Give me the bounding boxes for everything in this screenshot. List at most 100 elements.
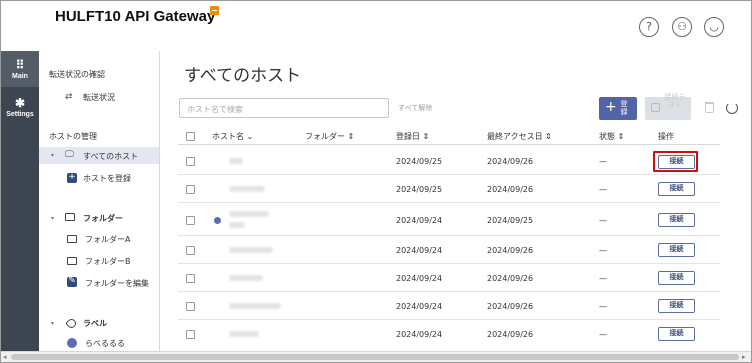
switch-app-icon[interactable]: [210, 6, 219, 15]
host-name-redacted: [229, 275, 263, 281]
test-icon: [651, 103, 660, 112]
column-last-access[interactable]: 最終アクセス日 ⇕: [487, 131, 552, 142]
connection-test-button[interactable]: 接続テスト: [645, 93, 691, 120]
caret-down-icon[interactable]: ▾: [51, 320, 54, 327]
select-all-checkbox[interactable]: [186, 132, 195, 141]
column-action: 操作: [658, 132, 674, 141]
sidebar-item-transfer-status[interactable]: 転送状況: [83, 92, 115, 103]
help-icon[interactable]: ?: [639, 17, 659, 37]
sidebar-section-status: 転送状況の確認: [49, 70, 105, 79]
host-name-redacted: [229, 186, 265, 192]
row-checkbox[interactable]: [186, 274, 195, 283]
gear-icon: ✱: [14, 96, 26, 110]
host-name-redacted: [229, 331, 259, 337]
transfer-icon: ⇄: [65, 92, 73, 102]
connect-button[interactable]: 接続: [658, 271, 695, 285]
column-host[interactable]: ホスト名 ⌄: [212, 131, 253, 142]
connect-button[interactable]: 接続: [658, 155, 695, 169]
connect-button[interactable]: 接続: [658, 182, 695, 196]
sidebar-item-register-host[interactable]: ホストを登録: [83, 173, 131, 184]
rail-settings-label: Settings: [6, 111, 34, 118]
row-checkbox[interactable]: [186, 302, 195, 311]
org-icon[interactable]: ⚇: [672, 17, 692, 37]
row-checkbox[interactable]: [186, 246, 195, 255]
add-icon: +: [67, 172, 77, 183]
nav-rail: ⠿ Main ✱ Settings: [1, 51, 39, 351]
folder-icon: [65, 213, 75, 221]
column-folder[interactable]: フォルダー ⇕: [305, 131, 354, 142]
table-row: 2024/09/24 2024/09/26 — 接続: [178, 236, 720, 264]
sidebar-item-all-hosts[interactable]: すべてのホスト: [83, 151, 138, 162]
app-window: HULFT10 API Gateway ? ⚇ ◡ ⠿ Main ✱ Setti…: [0, 0, 752, 363]
monitor-icon: 🖵: [65, 150, 74, 160]
row-checkbox[interactable]: [186, 185, 195, 194]
rail-main[interactable]: ⠿ Main: [1, 51, 39, 87]
sidebar: 転送状況の確認 ⇄ 転送状況 ホストの管理 ▾ 🖵 すべてのホスト + ホストを…: [39, 51, 160, 351]
status-value: —: [599, 302, 607, 311]
sidebar-item-folder-b[interactable]: フォルダーB: [85, 256, 131, 267]
registered-date: 2024/09/24: [396, 330, 443, 339]
status-value: —: [599, 216, 607, 225]
column-registered[interactable]: 登録日 ⇕: [396, 131, 429, 142]
label-icon: [65, 317, 78, 330]
scrollbar-thumb[interactable]: [11, 354, 739, 360]
last-access-date: 2024/09/26: [487, 274, 534, 283]
row-checkbox[interactable]: [186, 330, 195, 339]
search-input[interactable]: ホスト名で検索: [179, 98, 389, 118]
row-checkbox[interactable]: [186, 216, 195, 225]
caret-down-icon[interactable]: ▾: [51, 152, 54, 159]
sidebar-section-folder[interactable]: フォルダー: [83, 213, 123, 224]
host-name-redacted: [229, 303, 281, 309]
column-status[interactable]: 状態 ⇕: [599, 131, 624, 142]
connect-button[interactable]: 接続: [658, 213, 695, 227]
trash-icon[interactable]: [705, 102, 714, 113]
rail-settings[interactable]: ✱ Settings: [1, 91, 39, 121]
status-value: —: [599, 157, 607, 166]
table-row: 2024/09/24 2024/09/25 — 接続: [178, 203, 720, 236]
column-last-access-label: 最終アクセス日: [487, 132, 543, 141]
sidebar-item-folder-a[interactable]: フォルダーA: [85, 234, 130, 245]
last-access-date: 2024/09/25: [487, 216, 534, 225]
scroll-right-icon[interactable]: ▸: [742, 353, 746, 361]
table-row: 2024/09/24 2024/09/26 — 接続: [178, 320, 720, 348]
user-icon[interactable]: ◡: [704, 17, 724, 37]
horizontal-scrollbar[interactable]: ◂ ▸: [1, 351, 751, 362]
host-name-redacted: [229, 222, 245, 228]
scroll-left-icon[interactable]: ◂: [3, 353, 7, 361]
last-access-date: 2024/09/26: [487, 246, 534, 255]
host-name-redacted: [229, 211, 269, 217]
refresh-icon[interactable]: [726, 102, 738, 114]
status-value: —: [599, 246, 607, 255]
main-content: すべてのホスト ホスト名で検索 すべて解除 + 登録 接続テスト ホスト名 ⌄ …: [160, 51, 751, 351]
column-host-label: ホスト名: [212, 132, 244, 141]
grid-icon: ⠿: [15, 58, 25, 72]
sort-desc-icon: ⌄: [246, 132, 254, 141]
sidebar-section-host: ホストの管理: [49, 132, 97, 141]
plus-icon: +: [605, 99, 617, 115]
connect-button[interactable]: 接続: [658, 299, 695, 313]
app-header: HULFT10 API Gateway ? ⚇ ◡: [1, 1, 751, 51]
table-row: 2024/09/25 2024/09/26 — 接続: [178, 175, 720, 203]
sidebar-section-label[interactable]: ラベル: [83, 318, 107, 329]
column-folder-label: フォルダー: [305, 132, 345, 141]
clear-all-link[interactable]: すべて解除: [398, 103, 432, 113]
status-value: —: [599, 185, 607, 194]
folder-icon: [67, 257, 77, 265]
table-row: 2024/09/24 2024/09/26 — 接続: [178, 264, 720, 292]
app-title: HULFT10 API Gateway: [55, 8, 216, 25]
sidebar-item-edit-folder[interactable]: フォルダーを編集: [85, 278, 149, 289]
row-checkbox[interactable]: [186, 157, 195, 166]
last-access-date: 2024/09/26: [487, 185, 534, 194]
registered-date: 2024/09/24: [396, 274, 443, 283]
host-name-redacted: [229, 158, 243, 164]
register-button[interactable]: + 登録: [599, 97, 637, 120]
register-button-label: 登録: [620, 100, 628, 116]
connect-button[interactable]: 接続: [658, 327, 695, 341]
sort-icon: ⇕: [347, 132, 355, 141]
sidebar-item-label[interactable]: らべるるる: [85, 338, 125, 349]
connect-button[interactable]: 接続: [658, 243, 695, 257]
connection-test-label: 接続テスト: [664, 93, 686, 109]
registered-date: 2024/09/24: [396, 216, 443, 225]
caret-down-icon[interactable]: ▾: [51, 215, 54, 222]
label-dot-icon: [214, 217, 221, 224]
